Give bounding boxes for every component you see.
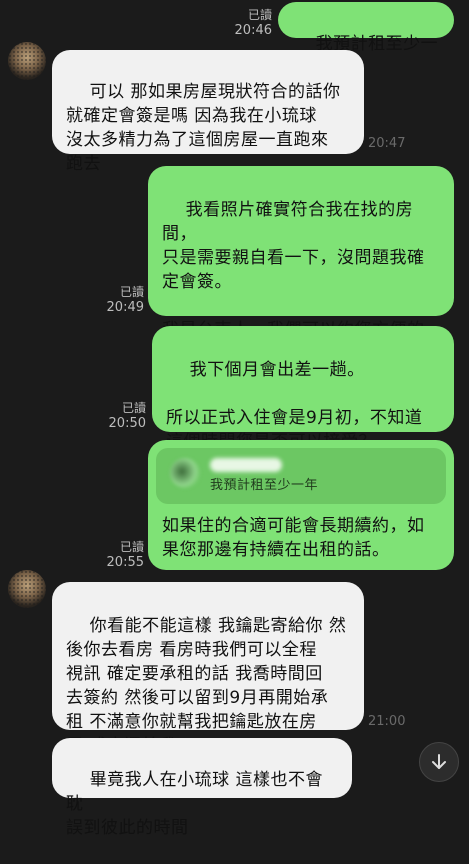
read-receipt: 已讀 <box>119 285 144 299</box>
received-message-bubble[interactable]: 可以 那如果房屋現狀符合的話你 就確定會簽是嗎 因為我在小琉球 沒太多精力為了這… <box>52 50 364 174</box>
chevron-down-icon <box>432 754 446 769</box>
read-receipt: 已讀 <box>121 401 146 415</box>
message-text: 可以 那如果房屋現狀符合的話你 就確定會簽是嗎 因為我在小琉球 沒太多精力為了這… <box>66 82 341 174</box>
message-text: 如果住的合適可能會長期續約，如 果您那邊有持續在出租的話。 <box>162 516 425 560</box>
sent-message-bubble[interactable]: 我預計租至少一年 <box>278 2 454 78</box>
contact-avatar[interactable] <box>8 570 46 608</box>
message-time: 20:46 <box>234 23 272 38</box>
message-meta: 已讀 20:49 <box>104 285 144 315</box>
read-receipt: 已讀 <box>119 540 144 554</box>
quoted-sender-name-redacted <box>210 458 282 472</box>
message-meta: 已讀 20:46 <box>232 8 272 38</box>
quoted-avatar <box>170 458 200 488</box>
quoted-message[interactable]: 我預計租至少一年 <box>156 448 446 504</box>
read-receipt: 已讀 <box>247 8 272 22</box>
sent-message-bubble[interactable]: 我看照片確實符合我在找的房間， 只是需要親自看一下，沒問題我確 定會簽。 我是台… <box>148 166 454 364</box>
message-time: 20:49 <box>106 300 144 315</box>
message-time: 21:00 <box>368 714 406 729</box>
sent-message-bubble[interactable]: 我下個月會出差一趟。 所以正式入住會是9月初，不知道 這個時間您是否可以接受？ <box>152 326 454 452</box>
message-time: 20:50 <box>108 416 146 431</box>
message-meta: 已讀 20:50 <box>106 401 146 431</box>
message-text: 畢竟我人在小琉球 這樣也不會耽 誤到彼此的時間 <box>66 770 324 838</box>
received-message-bubble[interactable]: 你看能不能這樣 我鑰匙寄給你 然 後你去看房 看房時我們可以全程 視訊 確定要承… <box>52 582 364 756</box>
chat-thread: 已讀 20:46 我預計租至少一年 可以 那如果房屋現狀符合的話你 就確定會簽是… <box>0 0 469 838</box>
contact-avatar[interactable] <box>8 42 46 80</box>
message-time: 20:47 <box>368 136 406 151</box>
message-time: 20:55 <box>106 555 144 570</box>
message-meta: 已讀 20:55 <box>104 540 144 570</box>
sent-message-bubble[interactable]: 我預計租至少一年 如果住的合適可能會長期續約，如 果您那邊有持續在出租的話。 <box>148 440 454 570</box>
received-message-bubble[interactable]: 畢竟我人在小琉球 這樣也不會耽 誤到彼此的時間 <box>52 738 352 838</box>
message-text: 我下個月會出差一趟。 所以正式入住會是9月初，不知道 這個時間您是否可以接受？ <box>166 360 423 452</box>
quoted-message-text: 我預計租至少一年 <box>210 478 319 493</box>
message-text: 你看能不能這樣 我鑰匙寄給你 然 後你去看房 看房時我們可以全程 視訊 確定要承… <box>66 616 347 756</box>
scroll-to-bottom-button[interactable] <box>419 742 459 782</box>
